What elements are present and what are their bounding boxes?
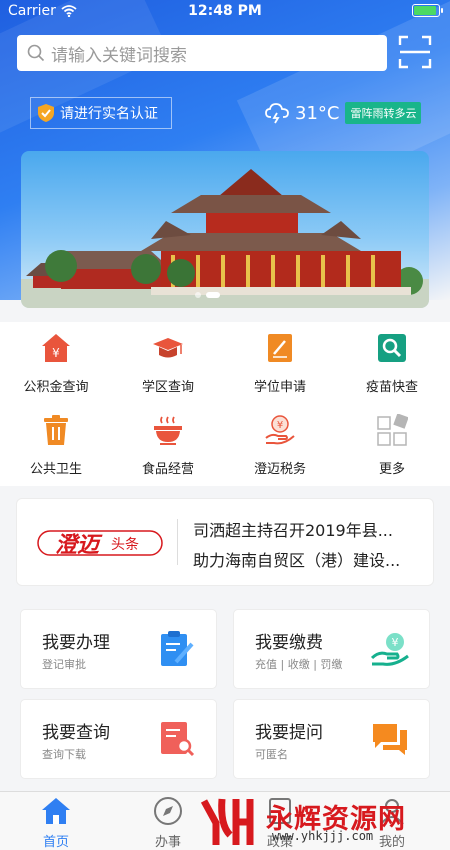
battery-icon [412,4,443,17]
svg-text:¥: ¥ [392,636,399,649]
card-handle[interactable]: 我要办理 登记审批 [20,609,217,689]
payment-hand-icon: ¥ [371,633,409,666]
service-label: 公共卫生 [29,462,82,477]
service-vaccine-check[interactable]: 疫苗快查 [336,332,448,395]
service-label: 更多 [378,462,405,477]
document-search-icon [161,722,195,757]
news-logo: 澄迈 头条 [37,530,163,558]
carousel-dot-active [206,292,220,298]
temple-photo [21,169,429,308]
scan-icon[interactable] [398,35,432,69]
service-label: 疫苗快查 [365,380,418,395]
banner-carousel[interactable] [21,151,429,308]
card-payment[interactable]: 我要缴费 充值 | 收缴 | 罚缴 ¥ [233,609,430,689]
service-label: 公积金查询 [23,380,89,395]
service-degree-apply[interactable]: 学位申请 [224,332,336,395]
card-subtitle: 查询下载 [42,748,86,761]
card-title: 我要提问 [255,723,323,743]
svg-text:¥: ¥ [52,346,60,360]
service-food-business[interactable]: 食品经营 [112,414,224,477]
search-icon [27,44,45,62]
carousel-dot [195,292,201,298]
home-icon [42,798,70,824]
service-label: 学位申请 [253,380,306,395]
more-grid-icon [377,414,408,446]
news-headline[interactable]: 助力海南自贸区（港）建设... [193,547,423,571]
search-input[interactable]: 请输入关键词搜索 [17,35,387,71]
service-tax[interactable]: ¥ 澄迈税务 [224,414,336,477]
card-subtitle: 充值 | 收缴 | 罚缴 [255,658,343,671]
tab-label: 首页 [42,835,69,850]
status-bar: Carrier 12:48 PM [0,0,450,22]
card-subtitle: 可匿名 [255,748,288,761]
carousel-indicator [195,292,220,298]
svg-text:¥: ¥ [277,420,283,431]
service-grid: ¥ 公积金查询 学区查询 学位申请 疫苗快查 公共卫生 食品经营 ¥ 澄迈税务 … [0,322,450,486]
tab-label: 办事 [154,835,181,850]
service-school-district[interactable]: 学区查询 [112,332,224,395]
tab-home[interactable]: 首页 [0,796,112,850]
news-headline[interactable]: 司洒超主持召开2019年县... [193,517,423,541]
service-label: 学区查询 [141,380,194,395]
card-subtitle: 登记审批 [42,658,86,671]
card-title: 我要查询 [42,723,110,743]
realname-label: 请进行实名认证 [60,106,158,122]
pencil-document-icon [268,334,292,362]
news-headlines[interactable]: 澄迈 头条 司洒超主持召开2019年县... 助力海南自贸区（港）建设... [16,498,434,586]
chat-bubbles-icon [373,724,407,755]
news-divider [177,519,178,565]
housing-fund-icon: ¥ [42,334,70,362]
news-logo-sub: 头条 [111,536,139,553]
weather-condition-badge: 雷阵雨转多云 [345,102,422,124]
card-title: 我要缴费 [255,633,323,653]
service-housing-fund[interactable]: ¥ 公积金查询 [0,332,112,395]
magnifier-icon [378,334,406,362]
service-label: 食品经营 [141,462,194,477]
temperature: 31°C [295,102,340,124]
news-logo-main: 澄迈 [55,533,103,558]
watermark: 永辉资源网 www.yhkjjj.com [200,795,450,850]
watermark-url: www.yhkjjj.com [272,829,374,843]
service-public-health[interactable]: 公共卫生 [0,414,112,477]
clock: 12:48 PM [188,3,262,19]
clipboard-edit-icon [161,631,194,666]
shield-check-icon [38,104,54,122]
food-bowl-icon [154,416,182,445]
card-ask[interactable]: 我要提问 可匿名 [233,699,430,779]
trash-bin-icon [44,415,68,445]
mortarboard-icon [153,338,183,358]
card-query[interactable]: 我要查询 查询下载 [20,699,217,779]
watermark-logo [200,798,254,845]
compass-icon [154,797,182,825]
card-title: 我要办理 [42,633,110,653]
weather-widget: 31°C 雷阵雨转多云 [265,102,422,124]
search-placeholder: 请输入关键词搜索 [51,45,187,66]
tax-hand-icon: ¥ [265,415,295,445]
service-more[interactable]: 更多 [336,414,448,477]
realname-verify-button[interactable]: 请进行实名认证 [30,97,172,129]
service-label: 澄迈税务 [253,462,306,477]
thunder-cloud-icon [265,103,289,124]
